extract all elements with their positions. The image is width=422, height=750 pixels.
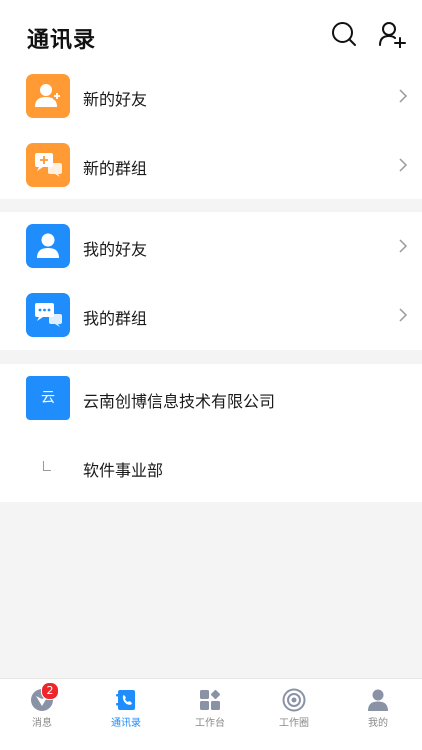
my-friends-label: 我的好友: [83, 240, 148, 259]
chevron-right-icon: [399, 158, 408, 172]
profile-icon: [368, 689, 388, 711]
chevron-right-icon: [399, 89, 408, 103]
tab-label: 工作圈: [279, 718, 309, 729]
tab-label: 消息: [32, 718, 52, 729]
work-circle-icon: [282, 688, 306, 712]
tab-contacts[interactable]: 通讯录: [84, 679, 168, 750]
friend-icon: [26, 224, 70, 268]
new-section: 新的好友 新的群组: [0, 62, 422, 199]
tab-messages[interactable]: 2 消息: [0, 679, 84, 750]
organization-item[interactable]: 云 云南创博信息技术有限公司: [0, 364, 422, 433]
workbench-icon: [200, 689, 221, 710]
group-chat-icon: [26, 293, 70, 337]
tab-work-circle[interactable]: 工作圈: [252, 679, 336, 750]
chevron-right-icon: [399, 239, 408, 253]
new-groups-item[interactable]: 新的群组: [0, 131, 422, 200]
my-section: 我的好友 我的群组: [0, 212, 422, 350]
new-friends-item[interactable]: 新的好友: [0, 62, 422, 131]
chevron-right-icon: [399, 308, 408, 322]
organization-name: 云南创博信息技术有限公司: [83, 392, 276, 411]
tab-label: 通讯录: [111, 718, 141, 729]
add-friend-icon[interactable]: [378, 20, 406, 48]
my-groups-item[interactable]: 我的群组: [0, 281, 422, 350]
tree-branch-icon: [43, 461, 51, 471]
organization-avatar: 云: [26, 376, 70, 420]
header: 通讯录: [0, 0, 422, 62]
new-groups-label: 新的群组: [83, 159, 148, 178]
new-friends-label: 新的好友: [83, 90, 148, 109]
contacts-screen: 通讯录 新的好友 新的群组 我的好友 我的群组 云 云南创博信息技术有限公司 软…: [0, 0, 422, 750]
tab-profile[interactable]: 我的: [336, 679, 420, 750]
department-item[interactable]: 软件事业部: [0, 433, 422, 502]
department-name: 软件事业部: [83, 461, 164, 480]
new-friend-icon: [26, 74, 70, 118]
tab-label: 我的: [368, 718, 388, 729]
page-title: 通讯录: [27, 28, 97, 53]
my-groups-label: 我的群组: [83, 309, 148, 328]
organization-section: 云 云南创博信息技术有限公司 软件事业部: [0, 364, 422, 502]
contacts-icon: [116, 690, 135, 710]
bottom-tab-bar: 2 消息 通讯录 工作台 工作圈 我的: [0, 678, 422, 750]
new-group-icon: [26, 143, 70, 187]
unread-badge: 2: [41, 682, 59, 700]
search-icon[interactable]: [330, 20, 358, 48]
my-friends-item[interactable]: 我的好友: [0, 212, 422, 281]
tab-label: 工作台: [195, 718, 225, 729]
tab-workbench[interactable]: 工作台: [168, 679, 252, 750]
